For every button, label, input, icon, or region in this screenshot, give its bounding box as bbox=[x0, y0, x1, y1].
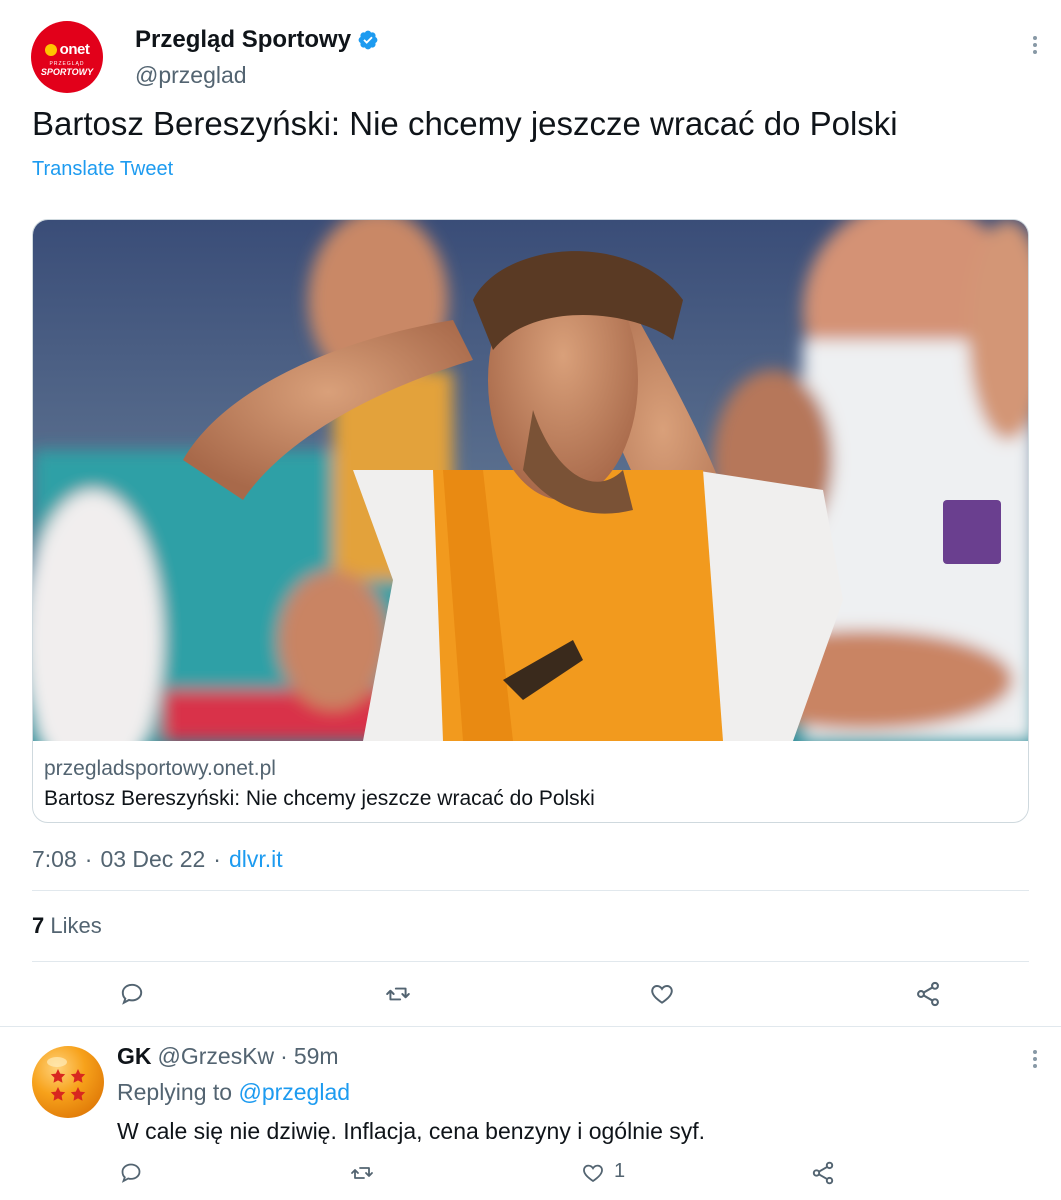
replying-to-link[interactable]: @przeglad bbox=[238, 1079, 350, 1105]
reply-separator: · bbox=[280, 1043, 288, 1069]
meta-separator: · bbox=[213, 846, 221, 872]
reply-author-name[interactable]: GK bbox=[117, 1043, 152, 1070]
tweet-date[interactable]: 03 Dec 22 bbox=[100, 846, 205, 873]
reply-like-count: 1 bbox=[614, 1160, 626, 1182]
meta-separator: · bbox=[84, 846, 93, 872]
tweet-meta: 7:08 · 03 Dec 22 · dlvr.it bbox=[32, 846, 283, 873]
divider bbox=[32, 961, 1029, 962]
reply-author-handle[interactable]: @GrzesKw bbox=[158, 1043, 275, 1070]
verified-icon bbox=[357, 29, 379, 51]
author-handle[interactable]: @przeglad bbox=[135, 62, 247, 89]
likes-label: Likes bbox=[50, 913, 102, 938]
avatar-logo-text: onet bbox=[59, 41, 90, 58]
like-icon[interactable] bbox=[645, 977, 679, 1011]
replying-label: Replying to bbox=[117, 1079, 233, 1105]
card-photo bbox=[33, 220, 1028, 741]
avatar-sub-text-bold: SPORTOWY bbox=[40, 67, 94, 77]
thread-divider bbox=[0, 1026, 1061, 1027]
like-icon[interactable] bbox=[576, 1156, 610, 1190]
retweet-icon[interactable] bbox=[381, 977, 415, 1011]
tweet-text: Bartosz Bereszyński: Nie chcemy jeszcze … bbox=[32, 105, 898, 142]
share-icon[interactable] bbox=[806, 1156, 840, 1190]
reply-text: W cale się nie dziwię. Inflacja, cena be… bbox=[117, 1118, 706, 1144]
author-name-text[interactable]: Przegląd Sportowy bbox=[135, 26, 351, 54]
translate-link[interactable]: Translate Tweet bbox=[32, 158, 173, 181]
more-icon[interactable] bbox=[1020, 1044, 1050, 1074]
share-icon[interactable] bbox=[911, 977, 945, 1011]
reply-avatar[interactable] bbox=[32, 1046, 104, 1118]
replying-to: Replying to @przeglad bbox=[117, 1079, 350, 1106]
likes-stat[interactable]: 7 Likes bbox=[32, 913, 102, 939]
dragon-ball-stars-icon bbox=[47, 1057, 86, 1101]
reply-header: GK @GrzesKw · 59m bbox=[117, 1043, 339, 1070]
reply-time[interactable]: 59m bbox=[294, 1043, 339, 1070]
link-card[interactable]: przegladsportowy.onet.pl Bartosz Bereszy… bbox=[32, 219, 1029, 823]
divider bbox=[32, 890, 1029, 891]
more-icon[interactable] bbox=[1020, 30, 1050, 60]
onet-dot bbox=[44, 43, 57, 56]
retweet-icon[interactable] bbox=[345, 1156, 379, 1190]
likes-count: 7 bbox=[32, 913, 45, 938]
reply-icon[interactable] bbox=[115, 977, 149, 1011]
tweet-time[interactable]: 7:08 bbox=[32, 846, 77, 873]
onet-logo: onet bbox=[44, 41, 90, 58]
author-avatar[interactable]: onet PRZEGLĄD SPORTOWY bbox=[31, 21, 103, 93]
card-domain: przegladsportowy.onet.pl bbox=[44, 757, 276, 780]
card-title: Bartosz Bereszyński: Nie chcemy jeszcze … bbox=[44, 787, 595, 810]
reply-icon[interactable] bbox=[114, 1156, 148, 1190]
author-name[interactable]: Przegląd Sportowy bbox=[135, 26, 379, 54]
tweet-source-link[interactable]: dlvr.it bbox=[229, 846, 283, 873]
